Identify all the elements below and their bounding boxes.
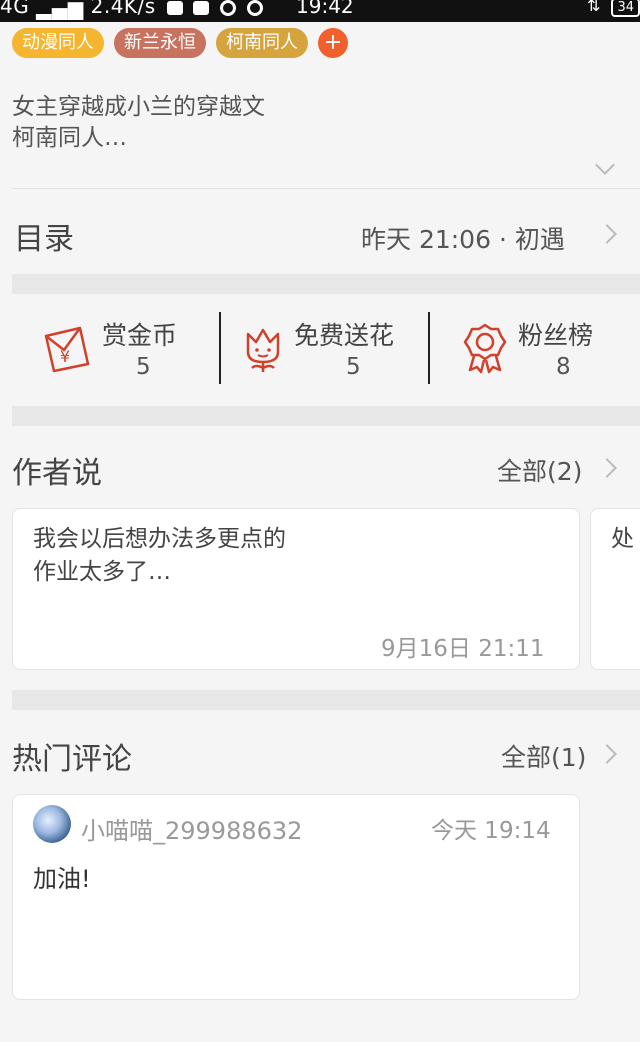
author-note-text: 我会以后想办法多更点的 作业太多了… (33, 523, 286, 589)
status-right: ⇅ 34 (587, 0, 640, 17)
section-separator (12, 406, 640, 426)
wifi-icon: ⇅ (586, 0, 601, 15)
add-tag-button[interactable]: + (318, 28, 348, 58)
divider (12, 188, 640, 189)
expand-chevron-down-icon[interactable] (595, 155, 615, 175)
battery-indicator: 34 (611, 0, 640, 17)
avatar[interactable] (33, 805, 71, 843)
catalog-latest-chapter: 初遇 (514, 225, 565, 254)
network-speed: 2.4K/s (90, 0, 156, 18)
book-description[interactable]: 女主穿越成小兰的穿越文 柯南同人… (12, 92, 265, 154)
clock: 19:42 (296, 0, 354, 18)
fan-ranking-value: 8 (556, 354, 571, 380)
section-separator (12, 690, 640, 710)
chevron-right-icon (597, 224, 617, 244)
catalog-title: 目录 (14, 222, 74, 257)
notification-icon (166, 0, 183, 15)
tag-xinlan[interactable]: 新兰永恒 (114, 28, 206, 58)
flower-icon (246, 328, 280, 372)
red-envelope-icon: ¥ (44, 326, 90, 373)
catalog-separator: · (498, 225, 507, 254)
author-note-peek-text: 处 (611, 526, 634, 552)
hot-comments-all-link: 全部(1) (501, 743, 587, 772)
send-flowers-value: 5 (346, 354, 361, 380)
comment-text: 加油! (33, 865, 91, 893)
author-says-title: 作者说 (12, 456, 102, 491)
description-line-1: 女主穿越成小兰的穿越文 (12, 94, 265, 120)
author-note-date: 9月16日 21:11 (381, 636, 545, 662)
comment-card[interactable]: 小喵喵_299988632 今天 19:14 加油! (12, 794, 580, 1000)
stat-divider (219, 312, 221, 384)
fan-ranking-stat[interactable]: 粉丝榜 8 (460, 308, 630, 388)
svg-text:¥: ¥ (60, 347, 70, 366)
fan-ranking-label: 粉丝榜 (518, 321, 594, 350)
catalog-update-time: 昨天 21:06 (361, 225, 491, 254)
sync-icon (220, 0, 237, 16)
send-flowers-label: 免费送花 (294, 321, 395, 350)
status-left: 4G ▂▄▆ 2.4K/s (0, 0, 264, 20)
chevron-right-icon (597, 744, 617, 764)
author-note-line-1: 我会以后想办法多更点的 (33, 526, 286, 552)
app-notification-icon (193, 0, 210, 15)
reward-coins-label: 赏金币 (102, 321, 178, 350)
tag-anime-fanfic[interactable]: 动漫同人 (12, 28, 104, 58)
hot-comments-title: 热门评论 (12, 742, 132, 777)
reward-coins-stat[interactable]: ¥ 赏金币 5 (40, 308, 210, 388)
catalog-latest: 昨天 21:06 · 初遇 (361, 220, 565, 256)
status-bar: 4G ▂▄▆ 2.4K/s 19:42 ⇅ 34 (0, 0, 640, 22)
author-says-all-link: 全部(2) (497, 457, 583, 486)
sync-icon-2 (247, 0, 264, 16)
medal-icon (463, 323, 507, 374)
tag-list: 动漫同人 新兰永恒 柯南同人 + (12, 28, 348, 58)
section-separator (12, 274, 640, 294)
send-flowers-stat[interactable]: 免费送花 5 (240, 308, 420, 388)
network-type: 4G (0, 0, 30, 18)
comment-time: 今天 19:14 (431, 818, 551, 844)
description-line-2: 柯南同人… (12, 125, 127, 151)
reward-coins-value: 5 (136, 354, 151, 380)
author-note-card[interactable]: 我会以后想办法多更点的 作业太多了… 9月16日 21:11 (12, 508, 580, 670)
comment-username[interactable]: 小喵喵_299988632 (81, 811, 302, 846)
tag-conan-fanfic[interactable]: 柯南同人 (216, 28, 308, 58)
stat-divider (428, 312, 430, 384)
chevron-right-icon (597, 458, 617, 478)
signal-icon: ▂▄▆ (36, 0, 84, 20)
author-note-line-2: 作业太多了… (33, 559, 171, 585)
author-note-card-next[interactable]: 处 (590, 508, 640, 670)
